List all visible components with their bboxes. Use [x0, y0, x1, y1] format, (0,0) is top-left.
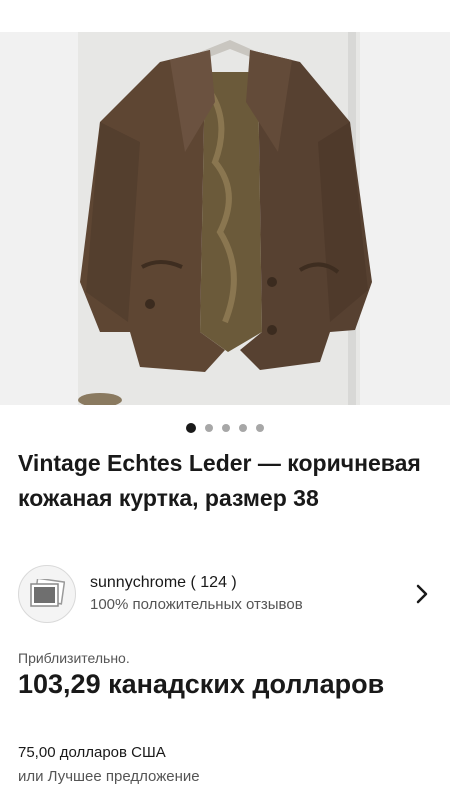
seller-rating-count: ( 124 )	[190, 574, 237, 591]
top-bar	[0, 0, 450, 32]
listing-photo[interactable]	[0, 32, 450, 405]
approx-label: Приблизительно.	[18, 650, 130, 666]
carousel-dot-active[interactable]	[186, 423, 196, 433]
price-usd: 75,00 долларов США	[18, 744, 166, 761]
price-local: 103,29 канадских долларов	[18, 669, 385, 699]
image-carousel-indicator[interactable]	[0, 420, 450, 436]
carousel-dot[interactable]	[222, 424, 230, 432]
seller-name: sunnychrome	[90, 574, 187, 591]
seller-avatar[interactable]	[18, 565, 76, 623]
seller-info: sunnychrome ( 124 ) 100% положительных о…	[90, 572, 412, 616]
carousel-dot[interactable]	[239, 424, 247, 432]
chevron-right-icon[interactable]	[412, 582, 432, 606]
carousel-dot[interactable]	[256, 424, 264, 432]
best-offer-text: или Лучшее предложение	[18, 768, 200, 785]
seller-card[interactable]: sunnychrome ( 124 ) 100% положительных о…	[18, 565, 432, 623]
photo-placeholder-icon	[30, 579, 65, 607]
seller-name-line: sunnychrome ( 124 )	[90, 572, 412, 594]
carousel-dot[interactable]	[205, 424, 213, 432]
leather-jacket-photo	[0, 32, 450, 405]
listing-title: Vintage Echtes Leder — коричневая кожана…	[18, 450, 421, 511]
seller-feedback: 100% положительных отзывов	[90, 596, 303, 613]
